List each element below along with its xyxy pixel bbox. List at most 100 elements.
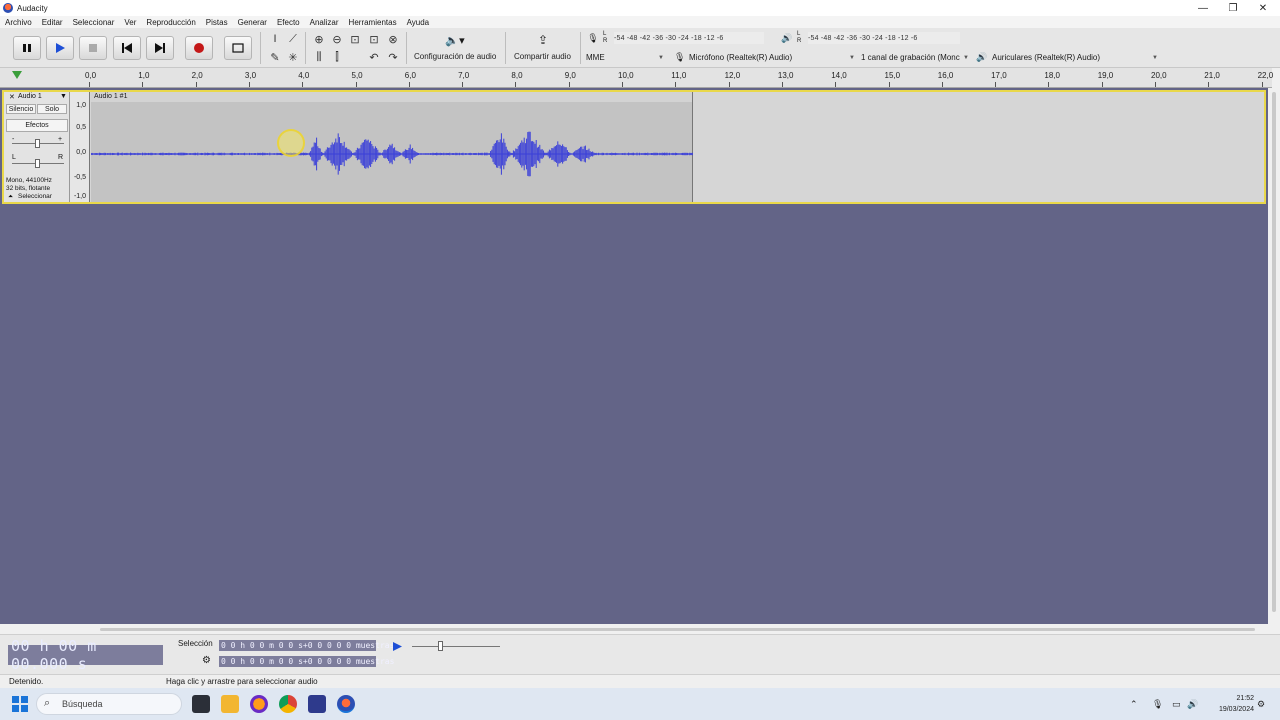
recording-meter[interactable]: -54 -48 -42 -36 -30 -24 -18 -12 -6 [614,32,764,44]
amplitude-scale[interactable]: 1,0 0,5 0,0 -0,5 -1,0 [70,92,90,202]
recording-channels-select[interactable]: 1 canal de grabación (Monc ▼ [861,52,971,63]
mute-button[interactable]: Silencio [6,104,36,114]
playback-device-select[interactable]: Auriculares (Realtek(R) Audio) ▼ [992,52,1160,63]
tray-chevron-up-icon[interactable]: ⌃ [1130,688,1138,720]
menu-generar[interactable]: Generar [233,18,272,27]
audio-host-select[interactable]: MME ▼ [586,52,666,63]
menu-herramientas[interactable]: Herramientas [344,18,402,27]
ruler-tick-label: 12,0 [724,71,741,80]
silence-button[interactable]: ⫿ [329,49,345,65]
maximize-button[interactable]: ❐ [1218,0,1248,16]
play-head-icon[interactable] [12,71,22,79]
audio-setup-button[interactable]: 🔈▾ [440,33,470,47]
trim-button[interactable]: ⫼ [311,49,327,65]
undo-icon: ↶ [369,51,379,64]
selection-start-field[interactable]: 0 0 h 0 0 m 0 0 s+0 0 0 0 0 muestras [219,640,394,651]
record-meter-button[interactable]: 🎙 [587,32,598,44]
loop-button[interactable] [224,36,252,60]
track-area[interactable]: ✕ Audio 1 ▼ Silencio Solo Efectos - + L … [0,88,1268,624]
volume-icon[interactable]: 🔊 [1187,688,1198,720]
taskbar-search[interactable]: ⌕ Búsqueda [36,693,182,715]
record-button[interactable] [185,36,213,60]
ruler-tick [1155,82,1156,87]
menu-seleccionar[interactable]: Seleccionar [68,18,120,27]
recording-device-select[interactable]: Micrófono (Realtek(R) Audio) ▼ [689,52,857,63]
taskbar-search-placeholder: Búsqueda [62,699,103,709]
audio-clip[interactable]: Audio 1 #1 [91,92,693,202]
scale-label: 0,0 [76,149,86,156]
taskbar-clock[interactable]: 21:52 19/03/2024 [1204,693,1254,715]
ruler-tick [408,82,410,87]
zoom-toggle-button[interactable]: ⊗ [385,31,401,47]
gear-icon[interactable]: ⚙ [202,655,211,666]
task-view-icon[interactable] [192,695,210,713]
menu-efecto[interactable]: Efecto [272,18,305,27]
draw-tool-button[interactable]: ✎ [267,49,283,65]
collapse-arrow-icon[interactable]: ⏶ [8,193,13,201]
chrome-icon[interactable] [279,695,297,713]
zoom-out-button[interactable]: ⊖ [329,31,345,47]
close-window-button[interactable]: ✕ [1248,0,1278,16]
effects-button[interactable]: Efectos [6,119,68,132]
microphone-tray-icon[interactable]: 🎙 [1152,688,1163,720]
pause-button[interactable] [13,36,41,60]
stop-button[interactable] [79,36,107,60]
audacity-taskbar-icon[interactable] [337,695,355,713]
pan-slider[interactable] [35,159,40,168]
undo-button[interactable]: ↶ [366,49,382,65]
ruler-tick [195,82,197,87]
vertical-scrollbar[interactable] [1268,88,1280,624]
skip-to-end-button[interactable] [146,36,174,60]
menu-reproduccion[interactable]: Reproducción [141,18,200,27]
selection-tool-button[interactable]: I [267,31,283,47]
gain-slider[interactable] [35,139,40,148]
app-icon[interactable] [308,695,326,713]
windows-start-icon[interactable] [12,696,28,712]
redo-button[interactable]: ↷ [385,49,401,65]
playback-meter-button[interactable]: 🔊 [781,32,792,44]
select-track-button[interactable]: Seleccionar [18,193,52,200]
solo-button[interactable]: Solo [37,104,67,114]
vertical-scroll-thumb[interactable] [1272,92,1276,612]
timeline-ruler[interactable]: 0,0 1,0 2,0 3,0 4,0 5,0 6,0 7,0 8,0 9,0 10,0 11,0 12… [0,68,1273,88]
skip-to-start-button[interactable] [113,36,141,60]
play-at-speed-button[interactable] [390,639,404,653]
track-control-panel: ✕ Audio 1 ▼ Silencio Solo Efectos - + L … [4,92,70,202]
firefox-icon[interactable] [250,695,268,713]
menu-archivo[interactable]: Archivo [0,18,37,27]
zoom-in-button[interactable]: ⊕ [311,31,327,47]
zoom-toggle-icon: ⊗ [388,33,398,46]
network-icon[interactable]: ▭ [1172,688,1181,720]
track-name[interactable]: Audio 1 [18,93,42,100]
audio-track[interactable]: ✕ Audio 1 ▼ Silencio Solo Efectos - + L … [2,90,1266,204]
menu-pistas[interactable]: Pistas [201,18,233,27]
ruler-tick [781,82,783,87]
fit-project-button[interactable]: ⊡ [366,31,382,47]
notifications-icon[interactable]: ⚙ [1257,688,1265,720]
horizontal-scroll-thumb[interactable] [100,628,1255,631]
clip-title[interactable]: Audio 1 #1 [91,92,692,102]
menu-editar[interactable]: Editar [37,18,68,27]
multi-tool-button[interactable]: ✳ [285,49,301,65]
ruler-tick-label: 16,0 [937,71,954,80]
selection-end-field[interactable]: 0 0 h 0 0 m 0 0 s+0 0 0 0 0 muestras [219,656,394,667]
envelope-tool-button[interactable]: ⟋ [285,31,301,47]
track-close-icon[interactable]: ✕ [9,93,15,101]
horizontal-scrollbar[interactable] [0,624,1268,634]
speaker-icon: 🔈▾ [445,34,465,47]
file-explorer-icon[interactable] [221,695,239,713]
play-speed-slider[interactable] [438,641,443,651]
menu-ayuda[interactable]: Ayuda [402,18,435,27]
ruler-tick-label: 7,0 [458,71,470,80]
track-menu-chevron-icon[interactable]: ▼ [60,93,67,100]
fit-selection-button[interactable]: ⊡ [347,31,363,47]
audacity-logo-icon [3,3,13,13]
menu-ver[interactable]: Ver [119,18,141,27]
playback-meter[interactable]: -54 -48 -42 -36 -30 -24 -18 -12 -6 [808,32,960,44]
minimize-button[interactable]: — [1188,0,1218,16]
share-audio-button[interactable]: ⇪ [534,32,552,48]
play-button[interactable] [46,36,74,60]
menu-analizar[interactable]: Analizar [305,18,344,27]
time-display[interactable]: 00 h 00 m 00.000 s [8,637,163,673]
zoom-selection-icon: ⊡ [350,33,360,46]
